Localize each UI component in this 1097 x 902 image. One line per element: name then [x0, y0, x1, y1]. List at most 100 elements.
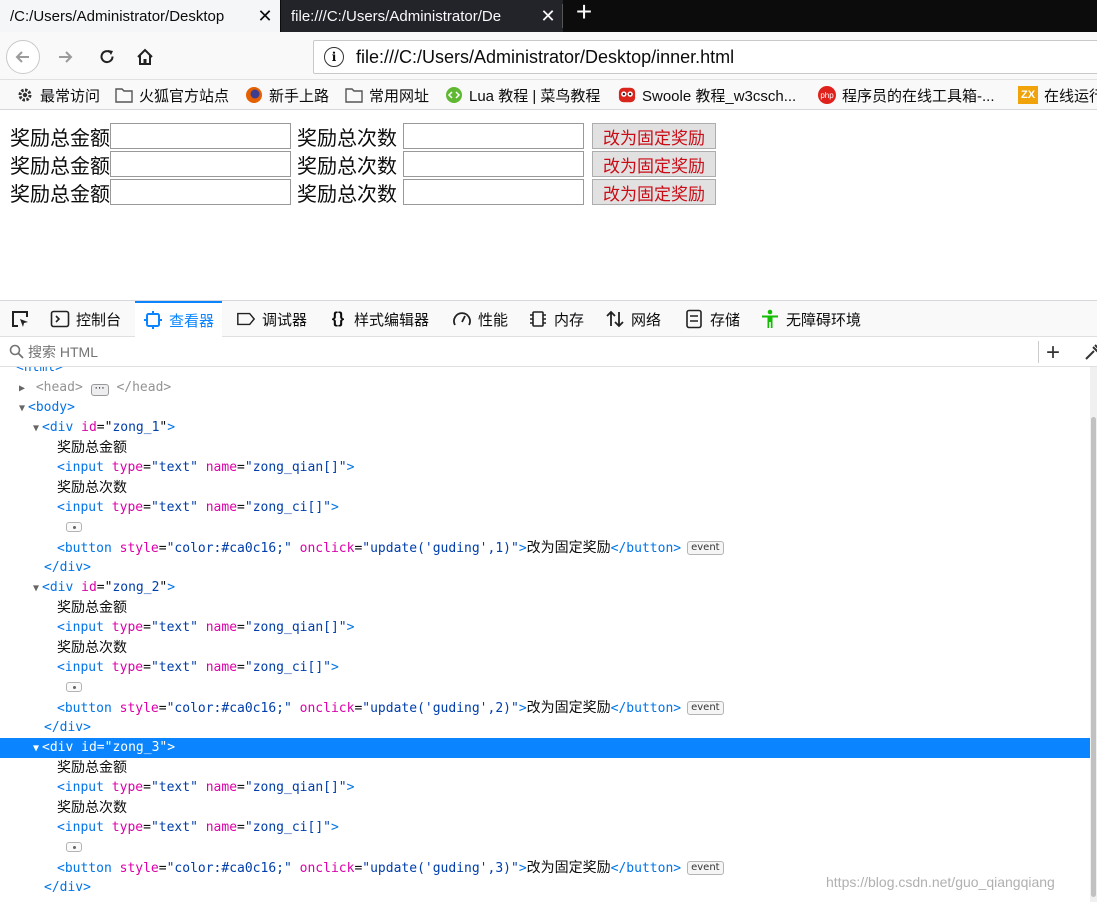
- tab-label: 存储: [710, 311, 741, 329]
- devtools-tab-accessibility[interactable]: 无障碍环境: [760, 301, 861, 337]
- tree-text-node[interactable]: 奖励总次数: [0, 478, 1090, 498]
- add-node-button[interactable]: +: [1046, 339, 1060, 367]
- back-button[interactable]: [6, 40, 40, 74]
- attr-name: style: [119, 701, 159, 716]
- fixed-reward-button[interactable]: 改为固定奖励: [592, 179, 716, 205]
- tree-node-div[interactable]: ▼ <div id="zong_2">: [0, 578, 1090, 598]
- close-tab-icon[interactable]: ✕: [533, 6, 563, 27]
- bookmark-label: 程序员的在线工具箱-...: [842, 87, 995, 105]
- reload-button[interactable]: [90, 40, 124, 74]
- forward-button[interactable]: [48, 40, 82, 74]
- attr-name: style: [119, 861, 159, 876]
- whitespace-badge[interactable]: [66, 682, 82, 692]
- new-tab-button[interactable]: +: [572, 0, 596, 30]
- tree-node-div[interactable]: ▼ <div id="zong_1">: [0, 418, 1090, 438]
- bookmark-lua[interactable]: Lua 教程 | 菜鸟教程: [445, 80, 600, 110]
- collapse-arrow-icon[interactable]: ▼: [30, 419, 42, 439]
- picker-icon: [10, 309, 30, 329]
- tree-whitespace-node[interactable]: [0, 518, 1090, 538]
- tree-node-input[interactable]: <input type="text" name="zong_ci[]">: [0, 658, 1090, 678]
- element-picker-button[interactable]: [10, 301, 36, 337]
- tree-node-button[interactable]: <button style="color:#ca0c16;" onclick="…: [0, 698, 1090, 718]
- html-search-bar[interactable]: 搜索 HTML +: [0, 337, 1097, 367]
- devtools-tab-performance[interactable]: 性能: [452, 301, 508, 337]
- tree-node-button[interactable]: <button style="color:#ca0c16;" onclick="…: [0, 538, 1090, 558]
- devtools-tab-console[interactable]: 控制台: [50, 301, 121, 337]
- debugger-icon: [236, 309, 256, 329]
- tree-text-node[interactable]: 奖励总次数: [0, 638, 1090, 658]
- tree-whitespace-node[interactable]: [0, 678, 1090, 698]
- tree-whitespace-node[interactable]: [0, 838, 1090, 858]
- bookmark-label: 常用网址: [369, 87, 430, 105]
- div-open-tag: <div: [42, 420, 74, 435]
- bookmark-common-sites[interactable]: 常用网址: [345, 80, 429, 110]
- devtools-tab-memory[interactable]: 内存: [528, 301, 584, 337]
- attr-value: "text": [150, 500, 198, 515]
- tree-node-input[interactable]: <input type="text" name="zong_ci[]">: [0, 818, 1090, 838]
- event-badge[interactable]: event: [687, 701, 724, 715]
- bookmark-getting-started[interactable]: 新手上路: [245, 80, 329, 110]
- amount-input[interactable]: [110, 151, 291, 177]
- ellipsis-button[interactable]: ⋯: [90, 384, 109, 396]
- fixed-reward-button[interactable]: 改为固定奖励: [592, 123, 716, 149]
- bookmark-firefox-site[interactable]: 火狐官方站点: [115, 80, 229, 110]
- bookmark-tools[interactable]: php 程序员的在线工具箱-...: [818, 80, 995, 110]
- tab-label: 样式编辑器: [354, 311, 430, 329]
- devtools-tab-debugger[interactable]: 调试器: [236, 301, 307, 337]
- url-bar[interactable]: i file:///C:/Users/Administrator/Desktop…: [313, 40, 1097, 74]
- tree-node-html[interactable]: <html>: [0, 367, 1090, 378]
- bookmark-label: 在线运行: [1044, 87, 1097, 105]
- bookmark-most-visited[interactable]: 最常访问: [16, 80, 100, 110]
- whitespace-badge[interactable]: [66, 842, 82, 852]
- collapse-arrow-icon[interactable]: ▼: [30, 739, 42, 759]
- tree-text-node[interactable]: 奖励总金额: [0, 758, 1090, 778]
- event-badge[interactable]: event: [687, 861, 724, 875]
- scrollbar[interactable]: [1090, 367, 1097, 902]
- browser-tab[interactable]: file:///C:/Users/Administrator/De ✕: [281, 0, 563, 32]
- input-tag: <input: [57, 660, 104, 675]
- tree-node-body[interactable]: ▼ <body>: [0, 398, 1090, 418]
- whitespace-badge[interactable]: [66, 522, 82, 532]
- bookmark-label: 最常访问: [40, 87, 101, 105]
- attr-name: name: [205, 780, 238, 795]
- amount-input[interactable]: [110, 179, 291, 205]
- tree-text-node[interactable]: 奖励总金额: [0, 598, 1090, 618]
- count-input[interactable]: [403, 123, 584, 149]
- tree-node-head[interactable]: ▶ <head> ⋯ </head>: [0, 378, 1090, 398]
- home-button[interactable]: [128, 40, 162, 74]
- event-badge[interactable]: event: [687, 541, 724, 555]
- bookmark-swoole[interactable]: Swoole 教程_w3csch...: [618, 80, 796, 110]
- tree-text-node[interactable]: 奖励总金额: [0, 438, 1090, 458]
- tree-node-div-close[interactable]: </div>: [0, 718, 1090, 738]
- div-close-tag: </div>: [44, 560, 91, 575]
- tree-text-node[interactable]: 奖励总次数: [0, 798, 1090, 818]
- scrollbar-thumb[interactable]: [1091, 417, 1096, 897]
- bookmark-online-run[interactable]: ZX 在线运行: [1018, 80, 1097, 110]
- eyedropper-icon[interactable]: [1084, 343, 1097, 361]
- url-text: file:///C:/Users/Administrator/Desktop/i…: [356, 46, 735, 67]
- collapse-arrow-icon[interactable]: ▼: [16, 399, 28, 419]
- tree-node-div-close[interactable]: </div>: [0, 558, 1090, 578]
- button-tag: <button: [57, 861, 112, 876]
- count-input[interactable]: [403, 151, 584, 177]
- tree-node-input[interactable]: <input type="text" name="zong_qian[]">: [0, 618, 1090, 638]
- tree-node-input[interactable]: <input type="text" name="zong_ci[]">: [0, 498, 1090, 518]
- attr-value: zong_2: [112, 580, 160, 595]
- devtools-tab-style-editor[interactable]: {} 样式编辑器: [328, 301, 429, 337]
- collapse-arrow-icon[interactable]: ▼: [30, 579, 42, 599]
- fixed-reward-button[interactable]: 改为固定奖励: [592, 151, 716, 177]
- forward-arrow-icon: [59, 51, 73, 63]
- expand-arrow-icon[interactable]: ▶: [16, 379, 28, 399]
- amount-input[interactable]: [110, 123, 291, 149]
- info-icon[interactable]: i: [324, 47, 344, 67]
- browser-tab-active[interactable]: /C:/Users/Administrator/Desktop ✕: [0, 0, 280, 32]
- close-tab-icon[interactable]: ✕: [250, 6, 280, 27]
- devtools-tab-network[interactable]: 网络: [605, 301, 661, 337]
- devtools-tab-storage[interactable]: 存储: [684, 301, 740, 337]
- tree-node-div[interactable]: ▼ <div id="zong_3">: [0, 738, 1090, 758]
- tree-node-input[interactable]: <input type="text" name="zong_qian[]">: [0, 778, 1090, 798]
- devtools-tab-inspector[interactable]: 查看器: [135, 301, 223, 337]
- count-input[interactable]: [403, 179, 584, 205]
- attr-value: "color:#ca0c16;": [166, 861, 292, 876]
- tree-node-input[interactable]: <input type="text" name="zong_qian[]">: [0, 458, 1090, 478]
